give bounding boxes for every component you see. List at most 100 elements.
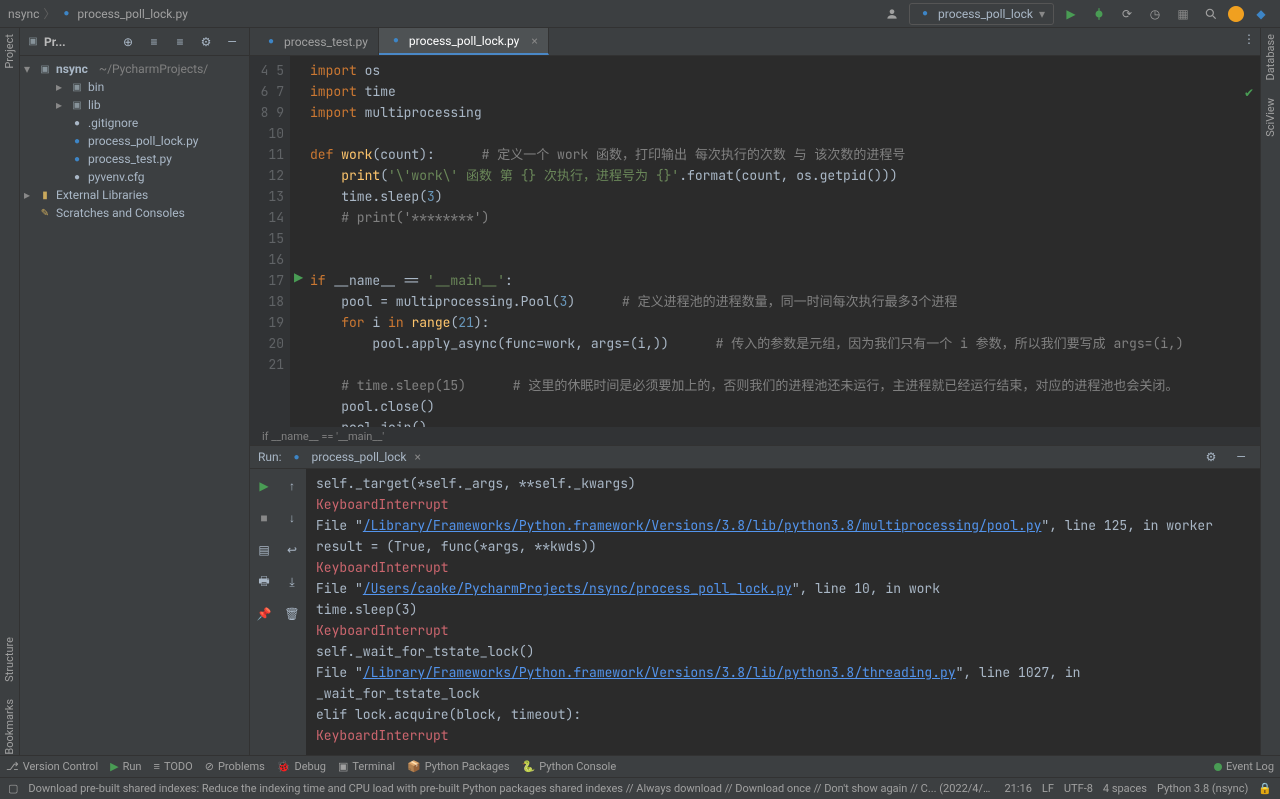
code-content[interactable]: import os import time import multiproces… (290, 56, 1260, 427)
run-gutter-icon[interactable]: ▶ (294, 270, 303, 284)
project-tool-tab[interactable]: Project (3, 34, 16, 69)
editor-tab[interactable]: ●process_poll_lock.py× (379, 28, 549, 55)
run-config-name: process_poll_lock (938, 7, 1033, 21)
project-panel-header: ▣ Pr... ⊕ ≡ ≡ ⚙ — (20, 28, 249, 56)
close-tab-icon[interactable]: × (414, 450, 420, 464)
trash-icon[interactable]: 🗑 (281, 603, 303, 625)
collapse-icon[interactable]: ≡ (169, 31, 191, 53)
editor-tab[interactable]: ● process_test.py (254, 28, 379, 55)
code-editor[interactable]: 4 5 6 7 8 9 10 11 12 13 14 15 16 17 18 1… (250, 56, 1260, 427)
cursor-pos[interactable]: 21:16 (1005, 782, 1032, 795)
code-breadcrumb[interactable]: if __name__ == '__main__' (250, 427, 1260, 445)
code-breadcrumb-text: if __name__ == '__main__' (262, 430, 384, 443)
bookmarks-tool-tab[interactable]: Bookmarks (3, 699, 16, 755)
line-separator[interactable]: LF (1042, 782, 1054, 795)
sciview-tool-tab[interactable]: SciView (1264, 98, 1277, 137)
profile-icon[interactable]: ◷ (1144, 3, 1166, 25)
down-icon[interactable]: ↓ (281, 507, 303, 529)
run-tab[interactable]: ▶ Run (110, 760, 141, 773)
status-message[interactable]: Download pre-built shared indexes: Reduc… (28, 782, 994, 795)
layout-icon[interactable]: ▤ (253, 539, 275, 561)
run-tool-window: Run: ● process_poll_lock × ⚙ — ▶ ■ ▤ 🖶 📌… (250, 445, 1260, 755)
tree-item[interactable]: ●process_test.py (20, 150, 249, 168)
python-file-icon: ● (264, 35, 278, 49)
debug-button[interactable] (1088, 3, 1110, 25)
python-file-icon: ● (70, 152, 84, 166)
run-tool-title: Run: (258, 450, 282, 464)
structure-tool-tab[interactable]: Structure (3, 637, 16, 682)
vcs-tab[interactable]: ⎇ Version Control (6, 760, 98, 773)
run-config-selector[interactable]: ● process_poll_lock ▾ (909, 3, 1054, 25)
tree-item[interactable]: ●pyvenv.cfg (20, 168, 249, 186)
inspection-ok-icon[interactable]: ✔ (1244, 86, 1254, 100)
run-side-toolbar-2: ↑ ↓ ↩ ⤓ 🗑 (278, 469, 306, 792)
up-icon[interactable]: ↑ (281, 475, 303, 497)
stop-icon[interactable]: ■ (253, 507, 275, 529)
hide-icon[interactable]: — (1230, 446, 1252, 468)
user-icon[interactable] (881, 3, 903, 25)
python-file-icon: ● (70, 134, 84, 148)
debug-tab[interactable]: 🐞 Debug (277, 760, 326, 773)
root-name: nsync (56, 62, 88, 76)
tree-item[interactable]: ▸▣lib (20, 96, 249, 114)
event-log-tab[interactable]: Event Log (1214, 760, 1274, 773)
hide-icon[interactable]: — (221, 31, 243, 53)
chevron-right-icon: ▸ (56, 98, 66, 112)
pypackages-tab[interactable]: 📦 Python Packages (407, 760, 510, 773)
lock-icon[interactable]: 🔒 (1258, 782, 1272, 795)
pin-icon[interactable]: 📌 (253, 603, 275, 625)
terminal-tab[interactable]: ▣ Terminal (338, 760, 395, 773)
project-tree[interactable]: ▾ ▣ nsync ~/PycharmProjects/ ▸▣bin▸▣lib●… (20, 56, 249, 755)
project-panel: ▣ Pr... ⊕ ≡ ≡ ⚙ — ▾ ▣ nsync ~/PycharmPro… (20, 28, 250, 755)
scratches-label: Scratches and Consoles (56, 206, 185, 220)
locate-icon[interactable]: ⊕ (117, 31, 139, 53)
run-button[interactable]: ▶ (1060, 3, 1082, 25)
wrap-icon[interactable]: ↩ (281, 539, 303, 561)
database-tool-tab[interactable]: Database (1264, 34, 1277, 80)
indent[interactable]: 4 spaces (1103, 782, 1147, 795)
todo-tab[interactable]: ≡ TODO (154, 760, 193, 773)
interpreter[interactable]: Python 3.8 (nsync) (1157, 782, 1248, 795)
encoding[interactable]: UTF-8 (1064, 782, 1093, 795)
scratches[interactable]: ✎ Scratches and Consoles (20, 204, 249, 222)
avatar[interactable] (1228, 6, 1244, 22)
tree-item[interactable]: ●process_poll_lock.py (20, 132, 249, 150)
status-hide-icon[interactable]: ▢ (8, 782, 18, 795)
updates-icon[interactable]: ◆ (1250, 3, 1272, 25)
tree-root[interactable]: ▾ ▣ nsync ~/PycharmProjects/ (20, 60, 249, 78)
pyconsole-tab[interactable]: 🐍 Python Console (522, 760, 617, 773)
folder-icon: ▣ (70, 80, 84, 94)
coverage-icon[interactable]: ⟳ (1116, 3, 1138, 25)
tree-item[interactable]: ●.gitignore (20, 114, 249, 132)
external-libraries[interactable]: ▸ ▮ External Libraries (20, 186, 249, 204)
tab-label: process_test.py (284, 35, 368, 49)
run-tool-config[interactable]: process_poll_lock (312, 450, 407, 464)
file-icon: ● (70, 170, 84, 184)
console-line: self._target(*self._args, **self._kwargs… (316, 473, 1250, 494)
gear-icon[interactable]: ⚙ (195, 31, 217, 53)
problems-tab[interactable]: ⊘ Problems (205, 760, 265, 773)
console-output[interactable]: self._target(*self._args, **self._kwargs… (306, 469, 1260, 792)
console-line: elif lock.acquire(block, timeout): (316, 704, 1250, 725)
rerun-icon[interactable]: ▶ (253, 475, 275, 497)
tree-item[interactable]: ▸▣bin (20, 78, 249, 96)
console-line: File "/Users/caoke/PycharmProjects/nsync… (316, 578, 1250, 599)
console-line: KeyboardInterrupt (316, 620, 1250, 641)
print-icon[interactable]: 🖶 (253, 571, 275, 593)
chevron-down-icon: ▾ (24, 62, 34, 76)
root-path: ~/PycharmProjects/ (99, 62, 208, 76)
gear-icon[interactable]: ⚙ (1200, 446, 1222, 468)
breadcrumb-project[interactable]: nsync (8, 7, 39, 21)
breadcrumb: nsync 〉 ● process_poll_lock.py (8, 5, 188, 22)
run-side-toolbar: ▶ ■ ▤ 🖶 📌 (250, 469, 278, 792)
tab-menu-icon[interactable]: ⋮ (1238, 28, 1260, 50)
close-icon[interactable]: × (531, 34, 537, 48)
search-icon[interactable] (1200, 3, 1222, 25)
stop-grid-icon[interactable]: ▦ (1172, 3, 1194, 25)
top-toolbar: nsync 〉 ● process_poll_lock.py ● process… (0, 0, 1280, 28)
tab-label: process_poll_lock.py (409, 34, 519, 48)
breadcrumb-file[interactable]: process_poll_lock.py (77, 7, 187, 21)
scroll-icon[interactable]: ⤓ (281, 571, 303, 593)
status-bar: ▢ Download pre-built shared indexes: Red… (0, 777, 1280, 799)
expand-icon[interactable]: ≡ (143, 31, 165, 53)
